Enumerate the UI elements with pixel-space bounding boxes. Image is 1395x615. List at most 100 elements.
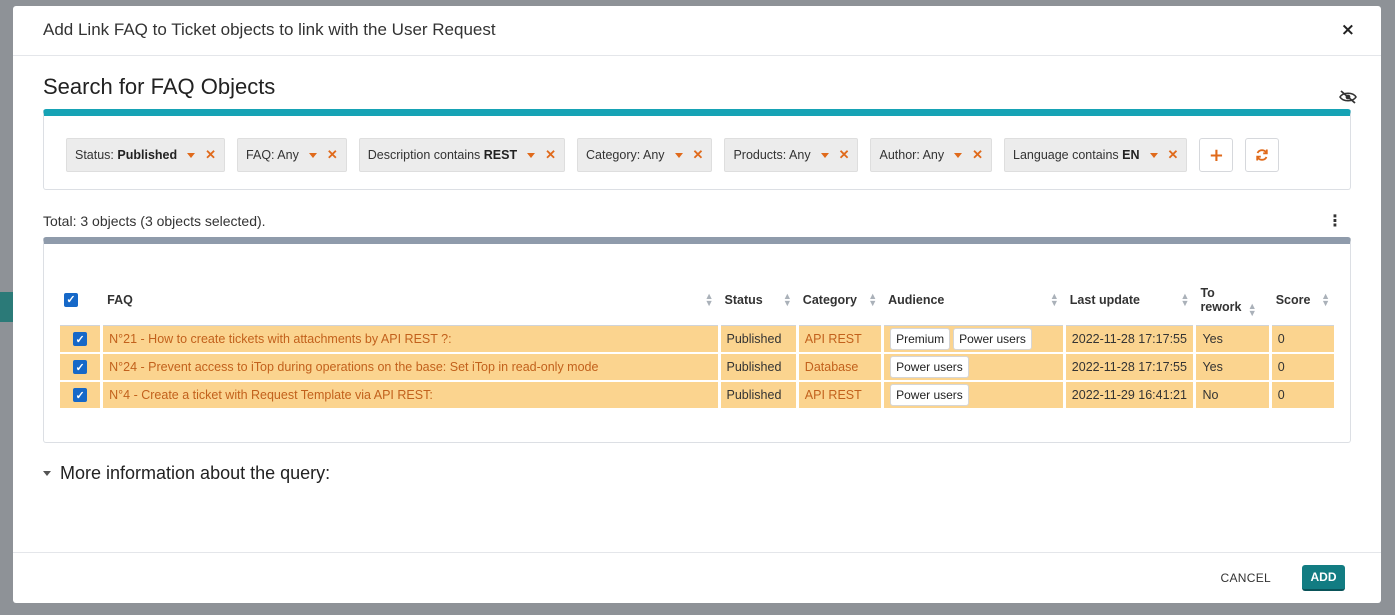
dialog-header: Add Link FAQ to Ticket objects to link w… — [13, 6, 1381, 56]
refresh-button[interactable] — [1245, 138, 1280, 172]
criteria-list: Status: Published ✕ FAQ: Any ✕ Descripti… — [66, 138, 1280, 172]
remove-icon[interactable]: ✕ — [205, 147, 216, 163]
column-label: FAQ — [107, 292, 133, 307]
sort-icon[interactable]: ▲ ▼ — [1050, 291, 1059, 307]
column-label: To rework — [1200, 285, 1242, 314]
search-criteria-panel: Status: Published ✕ FAQ: Any ✕ Descripti… — [43, 109, 1351, 190]
column-header-last-update[interactable]: Last update ▲ ▼ — [1065, 274, 1194, 326]
column-header-category[interactable]: Category ▲ ▼ — [798, 274, 882, 326]
results-panel: ✓ FAQ ▲ ▼ Status ▲ ▼ Category ▲ ▼ Audience ▲ ▼ L… — [43, 237, 1351, 443]
more-info-toggle[interactable]: More information about the query: — [43, 463, 330, 484]
row-checkbox[interactable]: ✓ — [73, 332, 88, 347]
criterion-description[interactable]: Description contains REST ✕ — [358, 138, 566, 172]
criterion-author[interactable]: Author: Any ✕ — [870, 138, 993, 172]
category-link[interactable]: Database — [798, 354, 882, 382]
column-label: Score — [1275, 292, 1311, 307]
criterion-status[interactable]: Status: Published ✕ — [66, 138, 226, 172]
status-cell: Published — [720, 354, 796, 382]
dialog-title: Add Link FAQ to Ticket objects to link w… — [43, 20, 496, 39]
criterion-value: Published — [117, 148, 178, 162]
remove-icon[interactable]: ✕ — [545, 147, 556, 163]
audience-tag: Power users — [890, 384, 969, 406]
faq-link[interactable]: N°21 - How to create tickets with attach… — [103, 326, 718, 354]
column-label: Status — [724, 292, 763, 307]
caret-down-icon[interactable] — [527, 152, 536, 158]
status-cell: Published — [720, 326, 796, 354]
more-info-label: More information about the query: — [60, 463, 331, 483]
close-icon[interactable]: × — [1341, 20, 1355, 40]
table-header-row: ✓ FAQ ▲ ▼ Status ▲ ▼ Category ▲ ▼ Audience ▲ ▼ L… — [60, 274, 1334, 326]
faq-link[interactable]: N°24 - Prevent access to iTop during ope… — [103, 354, 718, 382]
row-select-cell: ✓ — [60, 354, 101, 382]
criterion-label: FAQ: Any — [246, 148, 299, 162]
sort-icon[interactable]: ▲ ▼ — [783, 291, 792, 307]
last-update-cell: 2022-11-28 17:17:55 — [1065, 326, 1194, 354]
caret-down-icon[interactable] — [308, 152, 317, 158]
caret-down-icon[interactable] — [187, 152, 196, 158]
caret-down-icon[interactable] — [674, 152, 683, 158]
remove-icon[interactable]: ✕ — [1168, 147, 1179, 163]
score-cell: 0 — [1271, 326, 1334, 354]
results-total: Total: 3 objects (3 objects selected). — [43, 213, 266, 229]
column-label: Last update — [1069, 292, 1140, 307]
sort-icon[interactable]: ▲ ▼ — [1248, 302, 1257, 318]
criterion-products[interactable]: Products: Any ✕ — [724, 138, 859, 172]
caret-down-icon[interactable] — [820, 152, 829, 158]
caret-down-icon — [43, 471, 51, 476]
add-button[interactable]: ADD — [1302, 565, 1345, 591]
caret-down-icon[interactable] — [954, 152, 963, 158]
column-header-audience[interactable]: Audience ▲ ▼ — [884, 274, 1063, 326]
audience-cell: Power users — [884, 354, 1063, 382]
sort-icon[interactable]: ▲ ▼ — [868, 291, 877, 307]
caret-down-icon[interactable] — [1149, 152, 1158, 158]
criterion-text: Description contains REST — [368, 148, 517, 162]
table-row[interactable]: ✓ N°24 - Prevent access to iTop during o… — [60, 354, 1334, 382]
row-checkbox[interactable]: ✓ — [73, 360, 88, 375]
faq-link[interactable]: N°4 - Create a ticket with Request Templ… — [103, 382, 718, 410]
criterion-faq[interactable]: FAQ: Any ✕ — [237, 138, 347, 172]
refresh-icon — [1256, 149, 1269, 161]
cancel-button[interactable]: CANCEL — [1221, 571, 1271, 585]
criterion-category[interactable]: Category: Any ✕ — [577, 138, 713, 172]
criterion-language[interactable]: Language contains EN ✕ — [1004, 138, 1188, 172]
criterion-label: Author: Any — [879, 148, 945, 162]
column-label: Category — [802, 292, 857, 307]
status-cell: Published — [720, 382, 796, 410]
audience-tag: Power users — [890, 356, 969, 378]
sort-icon[interactable]: ▲ ▼ — [705, 291, 714, 307]
audience-tag: Premium — [890, 328, 951, 350]
column-header-status[interactable]: Status ▲ ▼ — [720, 274, 796, 326]
remove-icon[interactable]: ✕ — [693, 147, 704, 163]
dialog-footer: CANCEL ADD — [13, 552, 1381, 603]
table-row[interactable]: ✓ N°4 - Create a ticket with Request Tem… — [60, 382, 1334, 410]
column-header-faq[interactable]: FAQ ▲ ▼ — [103, 274, 718, 326]
row-checkbox[interactable]: ✓ — [73, 388, 88, 403]
column-header-score[interactable]: Score ▲ ▼ — [1271, 274, 1334, 326]
remove-icon[interactable]: ✕ — [839, 147, 850, 163]
column-header-to-rework[interactable]: To rework ▲ ▼ — [1196, 274, 1269, 326]
column-label: Audience — [888, 292, 945, 307]
category-link[interactable]: API REST — [798, 326, 882, 354]
remove-icon[interactable]: ✕ — [327, 147, 338, 163]
add-criterion-button[interactable]: + — [1199, 138, 1234, 172]
score-cell: 0 — [1271, 354, 1334, 382]
criterion-label: Category: Any — [586, 148, 665, 162]
criterion-label: Language contains — [1013, 148, 1123, 162]
remove-icon[interactable]: ✕ — [972, 147, 983, 163]
criterion-value: REST — [483, 148, 518, 162]
select-all-header: ✓ — [60, 274, 101, 326]
sort-icon[interactable]: ▲ ▼ — [1321, 291, 1330, 307]
criterion-label: Status: — [75, 148, 118, 162]
eye-slash-icon[interactable] — [1339, 90, 1357, 104]
more-options-icon[interactable]: ⋮ — [1327, 211, 1343, 230]
audience-cell: Premium Power users — [884, 326, 1063, 354]
background-button — [0, 292, 13, 322]
sort-icon[interactable]: ▲ ▼ — [1181, 291, 1190, 307]
category-link[interactable]: API REST — [798, 382, 882, 410]
section-title: Search for FAQ Objects — [43, 74, 276, 99]
criterion-value: EN — [1122, 148, 1140, 162]
criterion-label: Products: Any — [733, 148, 811, 162]
table-row[interactable]: ✓ N°21 - How to create tickets with atta… — [60, 326, 1334, 354]
select-all-checkbox[interactable]: ✓ — [64, 292, 78, 307]
row-select-cell: ✓ — [60, 326, 101, 354]
